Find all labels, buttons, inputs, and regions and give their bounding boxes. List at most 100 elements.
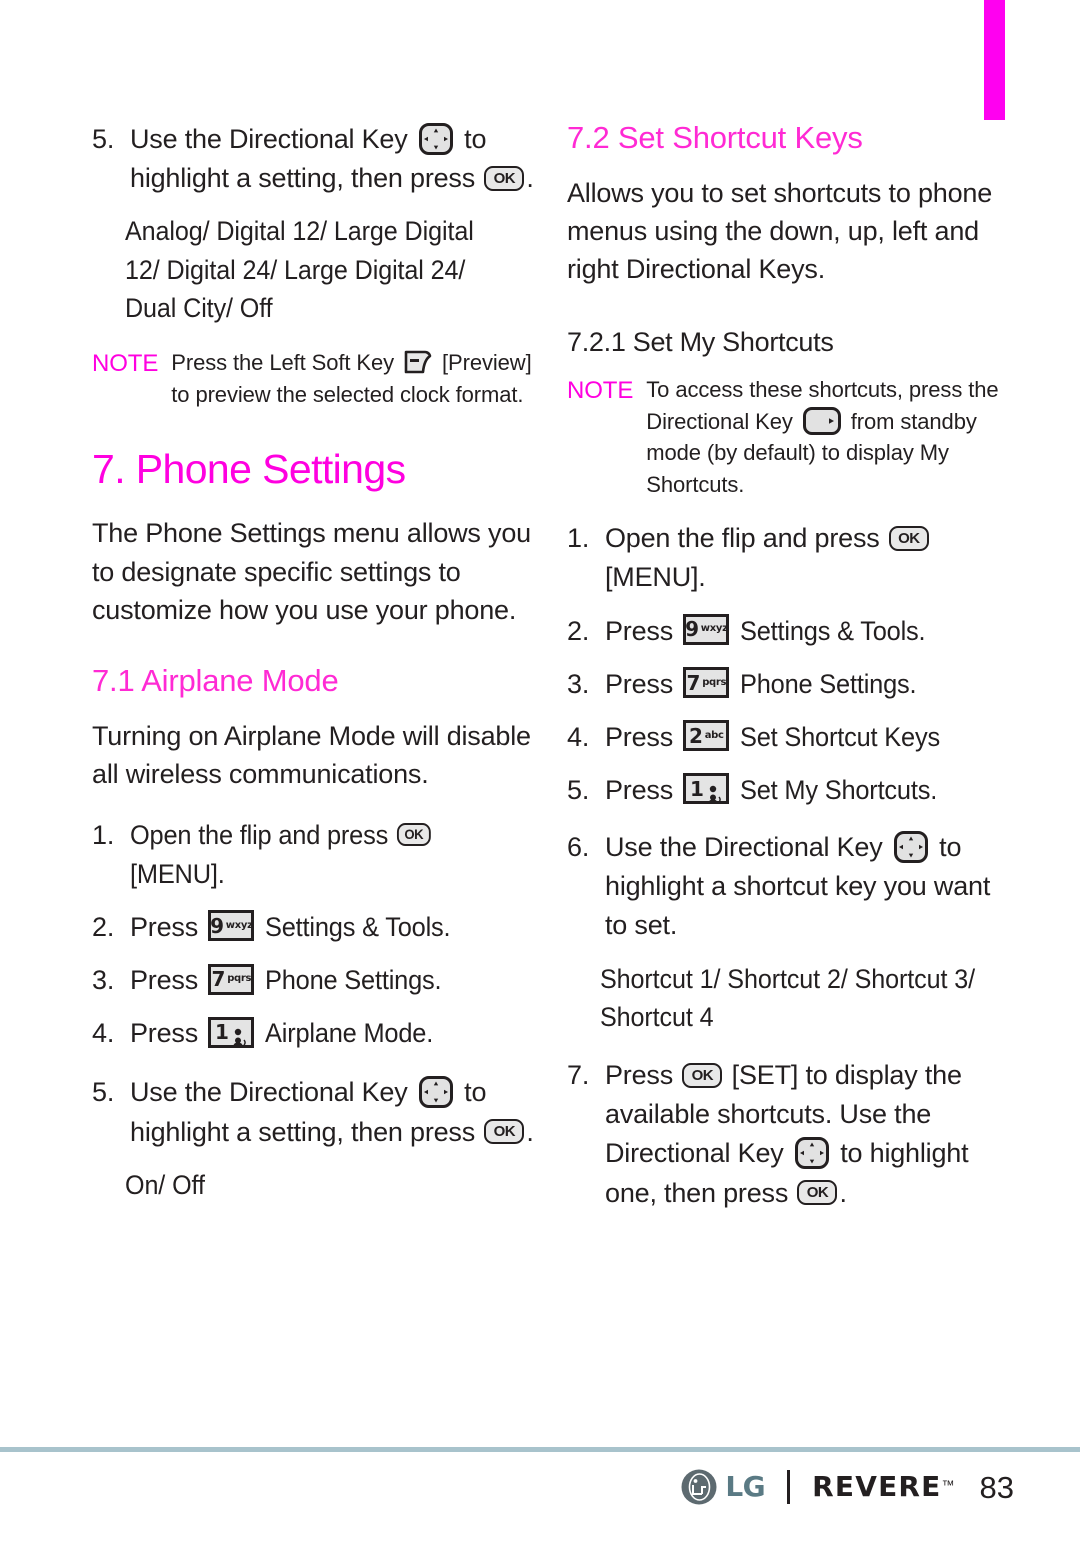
step-text: Press 9 wxyz Settings & Tools. xyxy=(605,612,1014,651)
step-item: 5. Press 1 Set My Shortcuts. xyxy=(567,771,1014,810)
step-number: 2. xyxy=(567,615,590,646)
ok-key-icon: OK xyxy=(396,823,431,847)
step-text-before: Press xyxy=(605,721,674,752)
step-number: 1. xyxy=(567,523,590,554)
directional-key-icon xyxy=(418,122,453,155)
step-text-before: Use the Directional Key xyxy=(605,832,883,863)
lg-circle-logo-icon xyxy=(680,1468,718,1506)
key-digit: 9 xyxy=(210,913,224,938)
note-text: To access these shortcuts, press the Dir… xyxy=(646,374,1014,502)
section-heading-airplane-mode: 7.1 Airplane Mode xyxy=(92,663,339,699)
step-text-after: Airplane Mode. xyxy=(264,1018,433,1049)
step-item: 5. Use the Directional Key to highlight … xyxy=(92,120,539,198)
step-text: Press 9 wxyz Settings & Tools. xyxy=(130,908,539,947)
step-text-after: Phone Settings. xyxy=(264,965,442,996)
ok-key-icon: OK xyxy=(682,1062,723,1088)
directional-key-right-icon xyxy=(802,406,841,435)
note-label: NOTE xyxy=(567,376,634,404)
step-number: 7. xyxy=(567,1060,590,1091)
step-text-before: Open the flip and press xyxy=(130,819,389,850)
chapter-heading: 7. Phone Settings xyxy=(92,446,406,493)
step-text-before: Use the Directional Key xyxy=(130,1077,408,1108)
footer-divider-bar xyxy=(787,1470,791,1504)
key-letters: wxyz xyxy=(225,919,253,931)
key-letters: pqrs xyxy=(702,676,727,688)
key-digit: 7 xyxy=(686,670,701,695)
step-text-before: Open the flip and press xyxy=(605,523,880,554)
key-7-pqrs-icon: 7 pqrs xyxy=(683,667,730,699)
step-text-before: Use the Directional Key xyxy=(130,124,408,154)
voicemail-icon xyxy=(706,778,723,802)
step-item: 5. Use the Directional Key to highlight … xyxy=(92,1073,539,1151)
key-letters: abc xyxy=(704,729,724,741)
step-text-before: Press xyxy=(130,965,199,996)
step-item: 1. Open the flip and press OK [MENU]. xyxy=(92,816,539,894)
step-text-after: Set Shortcut Keys xyxy=(739,721,940,752)
step-text: Use the Directional Key to highlight a s… xyxy=(130,120,539,198)
product-name: REVERE™ xyxy=(812,1470,955,1503)
lg-logo: LG xyxy=(680,1468,766,1506)
page-number: 83 xyxy=(979,1469,1014,1505)
step-text-before: Press xyxy=(130,912,199,942)
step-number: 3. xyxy=(92,965,115,996)
step-text: Use the Directional Key to highlight a s… xyxy=(605,828,1014,945)
key-letters: wxyz xyxy=(700,623,728,635)
step-text: Use the Directional Key to highlight a s… xyxy=(130,1073,539,1151)
key-7-pqrs-icon: 7 pqrs xyxy=(208,963,255,995)
step-text-after: Set My Shortcuts. xyxy=(739,774,937,805)
lg-brand-text: LG xyxy=(725,1470,766,1503)
ok-key-icon: OK xyxy=(888,525,929,551)
trademark-symbol: ™ xyxy=(941,1477,955,1493)
section-heading-set-shortcut-keys: 7.2 Set Shortcut Keys xyxy=(567,120,863,155)
section-intro-set-shortcut-keys: Allows you to set shortcuts to phone men… xyxy=(567,177,993,285)
note-block: NOTE To access these shortcuts, press th… xyxy=(567,374,1014,502)
shortcut-options: Shortcut 1/ Shortcut 2/ Shortcut 3/ Shor… xyxy=(600,963,975,1032)
step-item: 7. Press OK [SET] to display the availab… xyxy=(567,1056,1014,1213)
step-text-end: . xyxy=(526,163,534,194)
step-item: 2. Press 9 wxyz Settings & Tools. xyxy=(92,908,539,947)
step-number: 5. xyxy=(92,124,115,154)
step-number: 5. xyxy=(567,774,590,805)
step-text-before: Press xyxy=(605,668,674,699)
step-item: 3. Press 7 pqrs Phone Settings. xyxy=(567,665,1014,704)
step-text-end: . xyxy=(839,1177,847,1208)
footer-divider xyxy=(0,1447,1080,1452)
page-footer: LG REVERE™ 83 xyxy=(0,1468,1080,1506)
key-9-wxyz-icon: 9 wxyz xyxy=(683,613,730,645)
step-text: Press 1 Set My Shortcuts. xyxy=(605,771,1014,810)
key-digit: 9 xyxy=(685,617,699,642)
step-text: Open the flip and press OK [MENU]. xyxy=(605,519,1014,597)
chapter-intro: The Phone Settings menu allows you to de… xyxy=(92,518,531,626)
step-item: 2. Press 9 wxyz Settings & Tools. xyxy=(567,612,1014,651)
step-text-after: Phone Settings. xyxy=(739,668,917,699)
step-text: Open the flip and press OK [MENU]. xyxy=(130,816,514,894)
step-text-after: [MENU]. xyxy=(130,858,225,889)
key-1-voicemail-icon: 1 xyxy=(683,773,730,805)
ok-key-icon: OK xyxy=(484,165,525,191)
step-text: Press OK [SET] to display the available … xyxy=(605,1056,1014,1213)
step-text-after: Settings & Tools. xyxy=(739,615,926,646)
directional-key-icon xyxy=(893,830,928,863)
key-digit: 2 xyxy=(689,723,703,748)
left-column: 5. Use the Directional Key to highlight … xyxy=(92,120,539,1224)
key-9-wxyz-icon: 9 wxyz xyxy=(208,910,255,942)
step-text-before: Press xyxy=(130,1018,199,1049)
chapter-tab-marker xyxy=(984,0,1005,120)
step-number: 4. xyxy=(567,721,590,752)
key-digit: 1 xyxy=(689,776,704,801)
note-block: NOTE Press the Left Soft Key [Preview] t… xyxy=(92,347,539,411)
step-number: 3. xyxy=(567,668,590,699)
step-text: Press 1 Airplane Mode. xyxy=(130,1014,539,1053)
key-letters: pqrs xyxy=(227,973,252,985)
ok-key-icon: OK xyxy=(484,1118,525,1144)
step-item: 3. Press 7 pqrs Phone Settings. xyxy=(92,961,539,1000)
key-digit: 1 xyxy=(214,1020,229,1045)
step-number: 5. xyxy=(92,1077,115,1108)
step-text: Press 2 abc Set Shortcut Keys xyxy=(605,718,1014,757)
key-2-abc-icon: 2 abc xyxy=(683,720,730,752)
step-number: 4. xyxy=(92,1018,115,1049)
step-text-before: Press xyxy=(605,615,674,646)
page-content: 5. Use the Directional Key to highlight … xyxy=(0,120,1080,1420)
step-text: Press 7 pqrs Phone Settings. xyxy=(130,961,539,1000)
note-label: NOTE xyxy=(92,350,159,378)
